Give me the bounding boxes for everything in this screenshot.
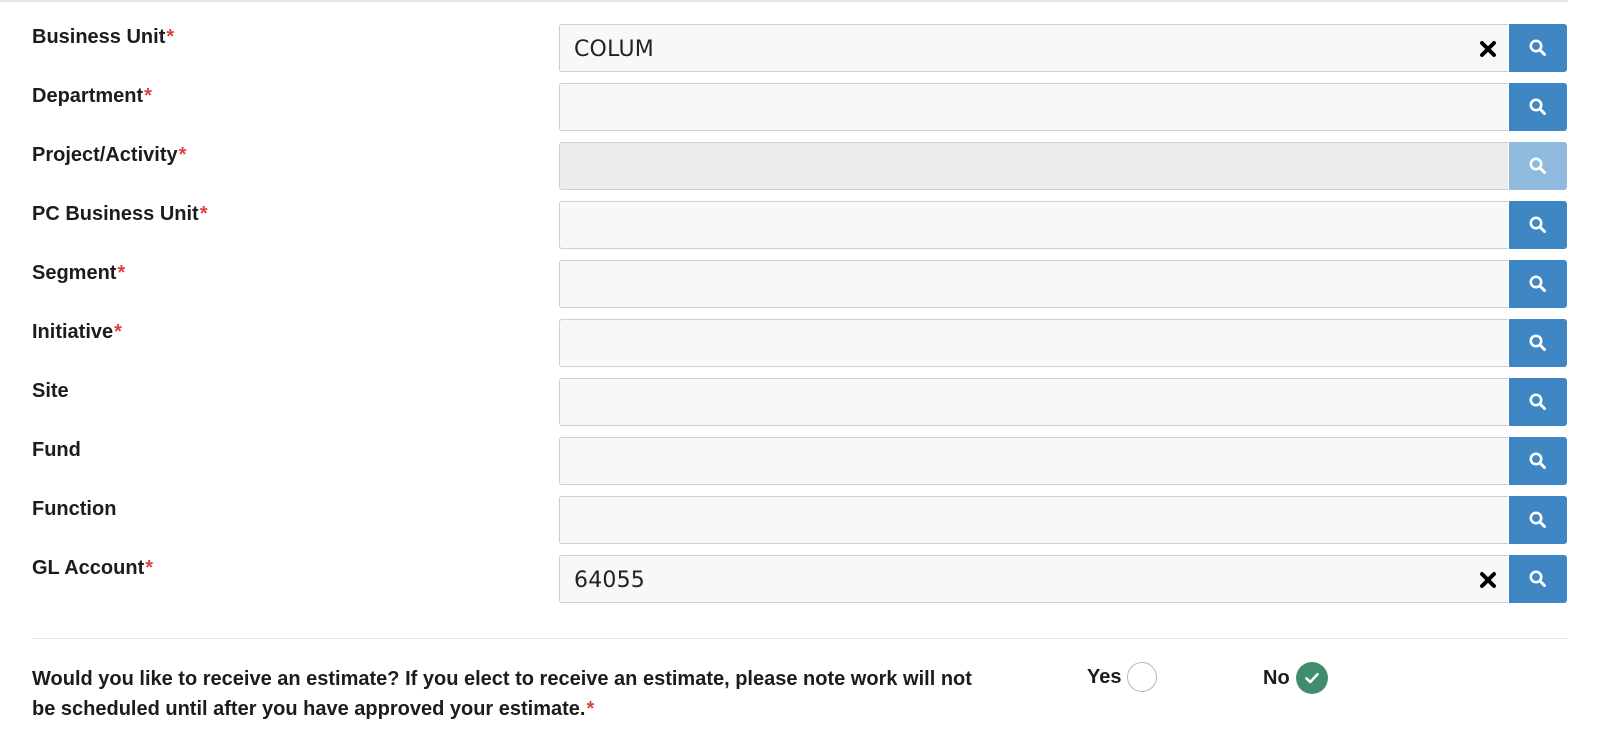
radio-label: Yes [1087,665,1122,688]
field-label: Site [32,380,69,402]
estimate-no-option[interactable]: No [1263,662,1328,694]
business-unit-input[interactable]: COLUM [559,24,1508,72]
radio-label: No [1263,666,1290,689]
section-divider [32,638,1568,639]
radio-unchecked[interactable] [1127,662,1158,692]
estimate-question: Would you like to receive an estimate? I… [32,664,1052,724]
search-button[interactable] [1509,378,1567,426]
required-asterisk: * [178,144,187,166]
field-row-function: Function [0,496,1600,548]
segment-input[interactable] [559,260,1508,308]
search-icon [1529,334,1546,351]
fund-input[interactable] [559,437,1508,485]
check-icon [1304,672,1319,684]
field-row-site: Site [0,378,1600,430]
search-icon [1529,393,1546,410]
field-row-segment: Segment* [0,260,1600,312]
field-row-project-activity: Project/Activity* [0,142,1600,194]
field-row-initiative: Initiative* [0,319,1600,371]
search-icon [1529,570,1546,587]
field-label: Department* [32,85,152,107]
field-row-gl-account: GL Account* 64055 [0,555,1600,607]
required-asterisk: * [586,698,595,720]
field-value: COLUM [574,37,654,62]
search-button[interactable] [1509,555,1567,603]
field-label: Business Unit* [32,26,175,48]
field-value: 64055 [574,568,645,593]
field-label: GL Account* [32,557,154,579]
search-icon [1529,216,1546,233]
site-input[interactable] [559,378,1508,426]
field-label: Function [32,498,117,520]
field-row-fund: Fund [0,437,1600,489]
close-icon[interactable] [1478,39,1498,59]
search-button[interactable] [1509,496,1567,544]
estimate-question-line: be scheduled until after you have approv… [32,698,595,720]
function-input[interactable] [559,496,1508,544]
close-icon[interactable] [1478,570,1498,590]
search-icon [1529,275,1546,292]
search-button[interactable] [1509,319,1567,367]
estimate-yes-option[interactable]: Yes [1087,662,1158,692]
required-asterisk: * [114,321,122,343]
search-icon [1529,452,1546,469]
required-asterisk: * [166,26,175,48]
search-button[interactable] [1509,201,1567,249]
field-label: Segment* [32,262,126,284]
department-input[interactable] [559,83,1508,131]
top-divider [0,0,1568,2]
required-asterisk: * [145,557,154,579]
field-label: Initiative* [32,321,122,343]
search-button[interactable] [1509,437,1567,485]
required-asterisk: * [117,262,126,284]
search-icon [1529,98,1546,115]
required-asterisk: * [144,85,152,107]
search-button[interactable] [1509,260,1567,308]
field-row-department: Department* [0,83,1600,135]
search-icon [1529,511,1546,528]
search-button[interactable] [1509,24,1567,72]
pc-business-unit-input[interactable] [559,201,1508,249]
required-asterisk: * [199,203,208,225]
radio-checked[interactable] [1295,662,1328,694]
search-button[interactable] [1509,83,1567,131]
field-label: PC Business Unit* [32,203,208,225]
field-row-business-unit: Business Unit* COLUM [0,24,1600,76]
field-label: Fund [32,439,81,461]
search-icon [1529,39,1546,56]
field-row-pc-business-unit: PC Business Unit* [0,201,1600,253]
initiative-input[interactable] [559,319,1508,367]
search-icon [1529,157,1546,174]
gl-account-input[interactable]: 64055 [559,555,1508,603]
field-label: Project/Activity* [32,144,187,166]
search-button [1509,142,1567,190]
estimate-question-line: Would you like to receive an estimate? I… [32,668,972,690]
project-activity-input [559,142,1508,190]
